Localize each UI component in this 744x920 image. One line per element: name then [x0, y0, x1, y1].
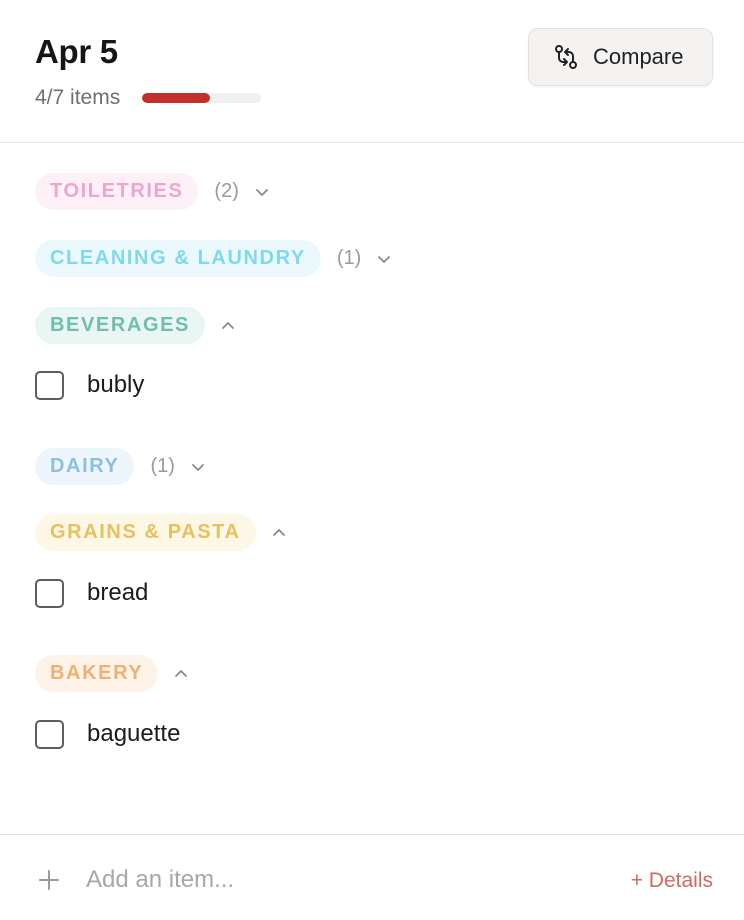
- category-count: (1): [336, 247, 362, 269]
- category-count: (1): [150, 455, 175, 477]
- category-pill[interactable]: GRAINS & PASTA: [35, 514, 256, 551]
- list-title: Apr 5: [35, 33, 118, 70]
- category-cleaning-laundry: CLEANING & LAUNDRY (1): [35, 240, 393, 277]
- category-pill[interactable]: TOILETRIES: [35, 173, 199, 210]
- item-checkbox[interactable]: [35, 578, 64, 608]
- item-count: 4/7 items: [35, 86, 121, 109]
- compare-button[interactable]: Compare: [528, 28, 713, 86]
- item-label: bread: [87, 579, 149, 606]
- category-pill[interactable]: DAIRY: [35, 448, 135, 485]
- item-checkbox[interactable]: [35, 719, 64, 749]
- chevron-up-icon[interactable]: [219, 317, 237, 335]
- chevron-down-icon[interactable]: [189, 458, 207, 476]
- chevron-down-icon[interactable]: [375, 250, 393, 268]
- category-beverages: BEVERAGES: [35, 307, 237, 344]
- category-bakery: BAKERY: [35, 655, 190, 692]
- chevron-up-icon[interactable]: [270, 524, 288, 542]
- category-pill[interactable]: BEVERAGES: [35, 307, 205, 344]
- details-link[interactable]: + Details: [631, 869, 713, 893]
- progress-bar-fill: [142, 93, 211, 103]
- category-toiletries: TOILETRIES (2): [35, 173, 271, 210]
- category-count: (2): [214, 180, 239, 202]
- chevron-down-icon[interactable]: [253, 183, 271, 201]
- item-label: baguette: [87, 720, 181, 747]
- list-item: baguette: [35, 719, 180, 749]
- list-item: bubly: [35, 370, 144, 400]
- item-checkbox[interactable]: [35, 370, 64, 400]
- category-dairy: DAIRY (1): [35, 448, 207, 485]
- compare-button-label: Compare: [593, 44, 684, 69]
- add-item-input[interactable]: [86, 862, 546, 898]
- list-header: Apr 5 4/7 items Compare: [0, 0, 744, 143]
- shopping-list-panel: Apr 5 4/7 items Compare TOILETRIES (2) C…: [0, 0, 744, 920]
- item-label: bubly: [87, 371, 145, 398]
- chevron-up-icon[interactable]: [172, 665, 190, 683]
- compare-arrows-icon: [552, 43, 580, 71]
- list-item: bread: [35, 578, 148, 608]
- progress-row: 4/7 items: [35, 85, 262, 111]
- category-pill[interactable]: CLEANING & LAUNDRY: [35, 240, 321, 277]
- plus-icon[interactable]: [38, 869, 60, 891]
- category-pill[interactable]: BAKERY: [35, 655, 159, 692]
- add-item-bar: + Details: [0, 834, 744, 920]
- progress-bar: [142, 93, 262, 103]
- category-grains-pasta: GRAINS & PASTA: [35, 514, 288, 551]
